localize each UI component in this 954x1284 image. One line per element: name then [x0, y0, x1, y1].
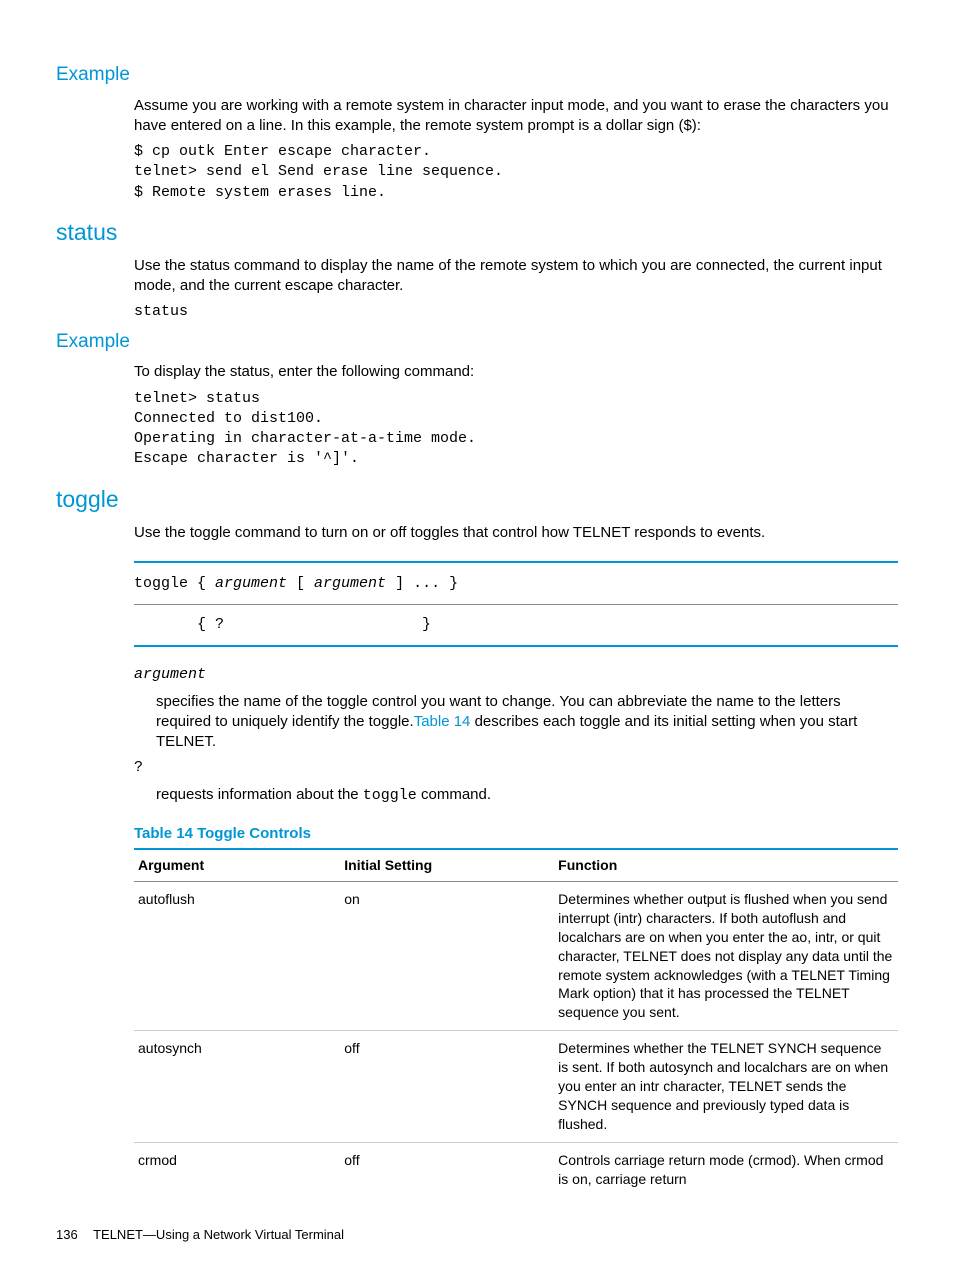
- section-toggle: toggle Use the toggle command to turn on…: [56, 484, 898, 806]
- toggle-paragraph: Use the toggle command to turn on or off…: [134, 523, 898, 543]
- status-code-block: status: [134, 302, 898, 322]
- status-heading: status: [56, 217, 898, 248]
- question-description: requests information about the toggle co…: [156, 785, 898, 806]
- argument-term: argument: [134, 665, 898, 685]
- example2-heading: Example: [56, 329, 898, 355]
- table-cell-argument: autoflush: [134, 882, 340, 1031]
- toggle-controls-table: Argument Initial Setting Function autofl…: [134, 848, 898, 1196]
- table-header-function: Function: [554, 849, 898, 881]
- section-example-2: Example To display the status, enter the…: [56, 329, 898, 470]
- syntax-line-1: toggle { argument [ argument ] ... }: [134, 575, 458, 592]
- table-title: Table 14 Toggle Controls: [134, 824, 898, 844]
- argument-description: specifies the name of the toggle control…: [156, 692, 898, 753]
- table-cell-initial: off: [340, 1031, 554, 1142]
- table-cell-function: Controls carriage return mode (crmod). W…: [554, 1142, 898, 1196]
- status-paragraph: Use the status command to display the na…: [134, 256, 898, 297]
- table-header-initial-setting: Initial Setting: [340, 849, 554, 881]
- question-term: ?: [134, 758, 898, 778]
- section-status: status Use the status command to display…: [56, 217, 898, 323]
- page-footer: 136 TELNET—Using a Network Virtual Termi…: [56, 1226, 898, 1244]
- toggle-syntax-box: toggle { argument [ argument ] ... } { ?…: [134, 561, 898, 648]
- table-row: autosynch off Determines whether the TEL…: [134, 1031, 898, 1142]
- example-paragraph: Assume you are working with a remote sys…: [134, 96, 898, 137]
- table-row: autoflush on Determines whether output i…: [134, 882, 898, 1031]
- table-cell-function: Determines whether output is flushed whe…: [554, 882, 898, 1031]
- table-14-link[interactable]: Table 14: [414, 713, 471, 730]
- table-cell-function: Determines whether the TELNET SYNCH sequ…: [554, 1031, 898, 1142]
- table-cell-argument: crmod: [134, 1142, 340, 1196]
- table-cell-initial: on: [340, 882, 554, 1031]
- toggle-heading: toggle: [56, 484, 898, 515]
- chapter-title: TELNET—Using a Network Virtual Terminal: [93, 1227, 344, 1242]
- example-heading: Example: [56, 62, 898, 88]
- page-number: 136: [56, 1227, 78, 1242]
- example2-paragraph: To display the status, enter the followi…: [134, 362, 898, 382]
- table-cell-argument: autosynch: [134, 1031, 340, 1142]
- example-code-block: $ cp outk Enter escape character. telnet…: [134, 142, 898, 203]
- section-example-1: Example Assume you are working with a re…: [56, 62, 898, 203]
- table-cell-initial: off: [340, 1142, 554, 1196]
- example2-code-block: telnet> status Connected to dist100. Ope…: [134, 389, 898, 470]
- table-header-argument: Argument: [134, 849, 340, 881]
- table-row: crmod off Controls carriage return mode …: [134, 1142, 898, 1196]
- syntax-line-2: { ? }: [134, 605, 898, 645]
